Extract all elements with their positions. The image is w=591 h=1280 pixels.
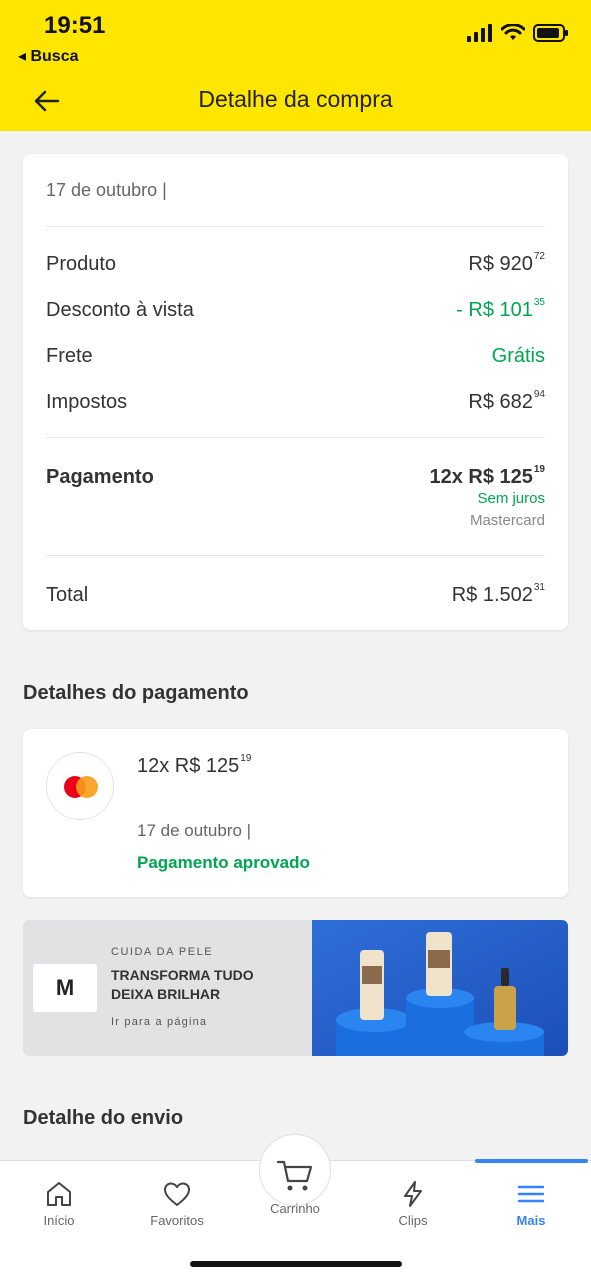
taxes-label: Impostos xyxy=(46,391,128,413)
payment-installments: 12x R$ 12519 xyxy=(429,464,545,488)
brand-logo: M xyxy=(33,964,97,1012)
menu-icon xyxy=(517,1185,545,1203)
product-value: R$ 92072 xyxy=(468,251,545,275)
discount-value: - R$ 10135 xyxy=(456,297,545,321)
home-indicator xyxy=(190,1261,402,1267)
ad-kicker: CUIDA DA PELE xyxy=(111,946,214,958)
divider xyxy=(46,437,545,438)
mastercard-logo-icon xyxy=(46,752,114,820)
nav-more-label: Mais xyxy=(516,1213,546,1228)
battery-icon xyxy=(533,24,568,42)
nav-clips[interactable]: Clips xyxy=(368,1179,458,1228)
nav-favorites[interactable]: Favoritos xyxy=(132,1179,222,1228)
signal-icon xyxy=(467,24,492,42)
ad-page-link[interactable]: Ir para a página xyxy=(111,1016,207,1028)
lightning-icon xyxy=(404,1181,422,1207)
ad-banner[interactable]: M CUIDA DA PELE TRANSFORMA TUDO DEIXA BR… xyxy=(23,920,568,1056)
interest-free-label: Sem juros xyxy=(477,490,545,507)
nav-favorites-label: Favoritos xyxy=(150,1213,204,1228)
heart-icon xyxy=(164,1182,190,1206)
nav-home[interactable]: Início xyxy=(14,1179,104,1228)
total-value: R$ 1.50231 xyxy=(451,582,545,606)
divider xyxy=(46,226,545,227)
card-brand: Mastercard xyxy=(469,512,545,529)
shipping-details-title: Detalhe do envio xyxy=(23,1107,184,1129)
wifi-icon xyxy=(501,24,525,40)
divider xyxy=(46,555,545,556)
back-to-search-link[interactable]: ◂ Busca xyxy=(18,46,79,66)
status-icons xyxy=(467,24,569,42)
nav-more[interactable]: Mais xyxy=(486,1179,576,1228)
shipping-label: Frete xyxy=(46,345,93,367)
active-tab-indicator xyxy=(475,1159,588,1163)
nav-cart-label: Carrinho xyxy=(270,1201,320,1216)
payment-amount: 12x R$ 12519 xyxy=(137,753,252,777)
purchase-summary-card: 17 de outubro | Produto R$ 92072 Descont… xyxy=(23,154,568,630)
cart-icon xyxy=(276,1160,313,1191)
payment-status: Pagamento aprovado xyxy=(137,853,310,872)
app-header: 19:51 ◂ Busca Detalhe da compra xyxy=(0,0,591,131)
nav-cart[interactable]: Carrinho xyxy=(250,1155,340,1216)
taxes-value: R$ 68294 xyxy=(468,389,545,413)
home-icon xyxy=(47,1182,71,1206)
total-label: Total xyxy=(46,584,89,606)
discount-label: Desconto à vista xyxy=(46,299,194,321)
purchase-date: 17 de outubro | xyxy=(46,180,167,200)
payment-date: 17 de outubro | xyxy=(137,821,252,840)
nav-clips-label: Clips xyxy=(398,1213,428,1228)
page-title: Detalhe da compra xyxy=(198,86,393,112)
payment-detail-card[interactable]: 12x R$ 12519 17 de outubro | Pagamento a… xyxy=(23,729,568,897)
status-time: 19:51 xyxy=(44,12,106,39)
shipping-value: Grátis xyxy=(491,345,545,367)
payment-label: Pagamento xyxy=(46,466,154,488)
nav-home-label: Início xyxy=(43,1213,75,1228)
ad-headline: TRANSFORMA TUDO DEIXA BRILHAR xyxy=(111,967,254,1002)
payment-details-title: Detalhes do pagamento xyxy=(23,682,249,704)
product-label: Produto xyxy=(46,253,117,275)
skincare-products-image xyxy=(312,920,568,1056)
